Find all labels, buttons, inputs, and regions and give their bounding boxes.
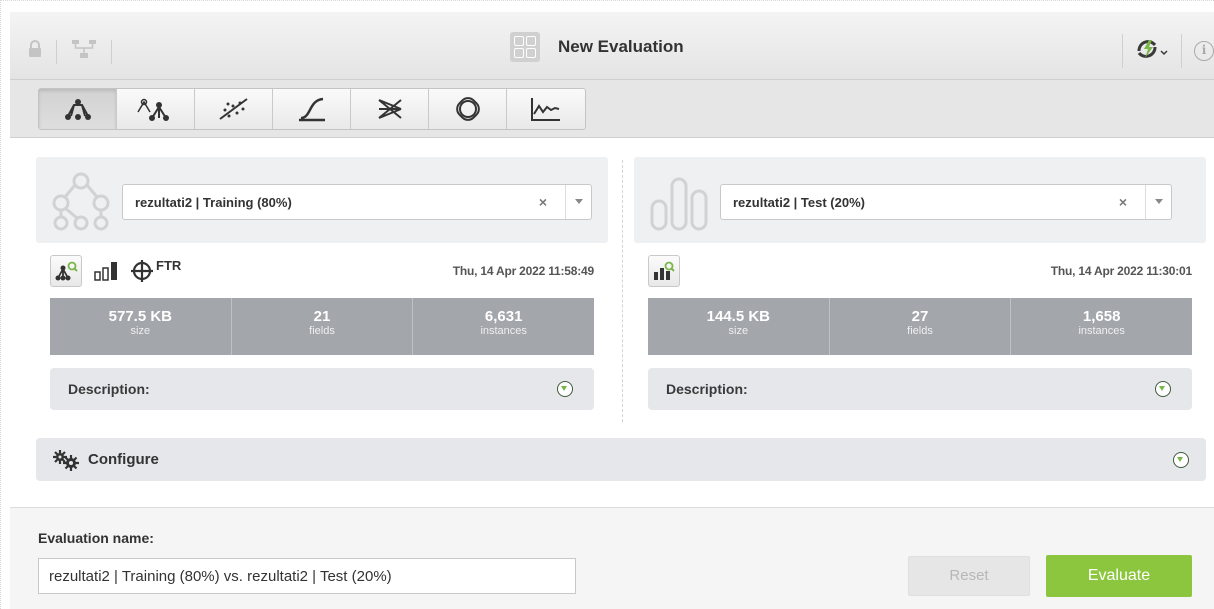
dataset-select[interactable]: rezultati2 | Test (20%) × <box>720 184 1172 220</box>
model-meta-row: FTR Thu, 14 Apr 2022 11:58:49 <box>50 255 594 289</box>
model-select-box: rezultati2 | Training (80%) × <box>36 157 608 243</box>
model-view-button[interactable] <box>50 255 82 287</box>
stat-value: 27 <box>911 308 929 325</box>
evaluate-button[interactable]: Evaluate <box>1046 555 1192 597</box>
stat-label: fields <box>309 325 335 337</box>
dataset-description-toggle[interactable]: Description: <box>648 368 1192 410</box>
stat-size: 577.5 KB size <box>50 298 232 355</box>
dataset-stats: 144.5 KB size 27 fields 1,658 instances <box>648 298 1192 355</box>
model-description-toggle[interactable]: Description: <box>50 368 594 410</box>
model-type-toolbar <box>10 80 1214 138</box>
stat-fields: 21 fields <box>232 298 414 355</box>
linear-regression-tool-button[interactable] <box>195 89 273 129</box>
model-select[interactable]: rezultati2 | Training (80%) × <box>122 184 592 220</box>
model-select-arrow-icon[interactable] <box>565 185 591 219</box>
target-icon[interactable] <box>131 260 153 287</box>
title-bar-right-tools: i <box>1110 34 1214 68</box>
title-bar-divider <box>111 39 112 64</box>
model-created-date: Thu, 14 Apr 2022 11:58:49 <box>452 264 595 278</box>
page-title: New Evaluation <box>558 37 684 56</box>
model-type-buttons <box>38 88 586 130</box>
bar-chart-icon[interactable] <box>94 261 120 286</box>
title-bar: New Evaluation i <box>10 12 1214 80</box>
title-bar-divider <box>1181 34 1182 68</box>
lock-icon[interactable] <box>28 40 42 63</box>
stat-label: size <box>728 325 749 337</box>
configure-label: Configure <box>88 451 159 468</box>
deepnet-tool-button[interactable] <box>351 89 429 129</box>
time-series-tool-button[interactable] <box>507 89 585 129</box>
stat-fields: 27 fields <box>830 298 1012 355</box>
evaluation-icon <box>510 32 540 62</box>
tree-model-placeholder-icon <box>50 171 112 236</box>
scatter-icon <box>218 98 248 120</box>
title-bar-divider <box>56 39 57 64</box>
description-label: Description: <box>666 381 748 397</box>
network-layers-icon <box>377 99 402 119</box>
model-select-value: rezultati2 | Training (80%) <box>135 195 292 210</box>
stat-instances: 1,658 instances <box>1011 298 1192 355</box>
stat-label: fields <box>907 325 933 337</box>
gears-icon <box>52 449 80 476</box>
objective-field-label: FTR <box>156 258 182 273</box>
dataset-panel: rezultati2 | Test (20%) × Thu, 14 Apr 20… <box>634 157 1206 425</box>
fusion-icon <box>455 97 480 121</box>
stat-value: 21 <box>313 308 331 325</box>
description-label: Description: <box>68 381 150 397</box>
network-icon[interactable] <box>71 39 97 64</box>
tree-model-icon <box>64 99 91 120</box>
fusion-tool-button[interactable] <box>429 89 507 129</box>
evaluation-name-input[interactable] <box>38 558 576 594</box>
stat-instances: 6,631 instances <box>413 298 594 355</box>
chevron-down-icon[interactable] <box>1155 381 1171 397</box>
title-bar-divider <box>1122 34 1123 68</box>
ensemble-icon <box>136 98 169 121</box>
stat-value: 6,631 <box>484 308 523 325</box>
title-group: New Evaluation <box>510 32 684 62</box>
info-icon[interactable]: i <box>1194 41 1214 61</box>
title-bar-left-tools <box>28 39 126 64</box>
evaluation-footer: Evaluation name: Reset Evaluate <box>10 507 1214 609</box>
dataset-created-date: Thu, 14 Apr 2022 11:30:01 <box>1050 264 1193 278</box>
stat-size: 144.5 KB size <box>648 298 830 355</box>
configure-toggle[interactable]: Configure <box>36 438 1206 481</box>
model-select-clear-icon[interactable]: × <box>539 194 547 210</box>
dataset-placeholder-icon <box>648 171 712 236</box>
sync-icon[interactable] <box>1135 37 1169 66</box>
chevron-down-icon[interactable] <box>557 381 573 397</box>
stat-label: size <box>130 325 151 337</box>
dataset-select-arrow-icon[interactable] <box>1145 185 1171 219</box>
time-series-icon <box>531 98 560 121</box>
ensemble-tool-button[interactable] <box>117 89 195 129</box>
dataset-view-button[interactable] <box>648 255 680 287</box>
stat-value: 577.5 KB <box>108 308 173 325</box>
stat-value: 1,658 <box>1082 308 1121 325</box>
logistic-regression-tool-button[interactable] <box>273 89 351 129</box>
sigmoid-icon <box>298 97 325 122</box>
dataset-select-clear-icon[interactable]: × <box>1119 194 1127 210</box>
dataset-select-value: rezultati2 | Test (20%) <box>733 195 865 210</box>
stat-label: instances <box>1078 325 1125 337</box>
stat-label: instances <box>480 325 527 337</box>
tree-search-icon <box>55 261 78 281</box>
reset-button[interactable]: Reset <box>908 556 1030 596</box>
model-stats: 577.5 KB size 21 fields 6,631 instances <box>50 298 594 355</box>
chevron-down-icon[interactable] <box>1173 452 1189 468</box>
dataset-meta-row: Thu, 14 Apr 2022 11:30:01 <box>648 255 1192 289</box>
dataset-search-icon <box>654 261 675 280</box>
stat-value: 144.5 KB <box>706 308 771 325</box>
model-tool-button[interactable] <box>39 89 117 129</box>
evaluation-name-label: Evaluation name: <box>38 530 154 546</box>
model-panel: rezultati2 | Training (80%) × FTR Thu, 1… <box>36 157 608 425</box>
dataset-select-box: rezultati2 | Test (20%) × <box>634 157 1206 243</box>
panel-divider <box>622 160 623 422</box>
